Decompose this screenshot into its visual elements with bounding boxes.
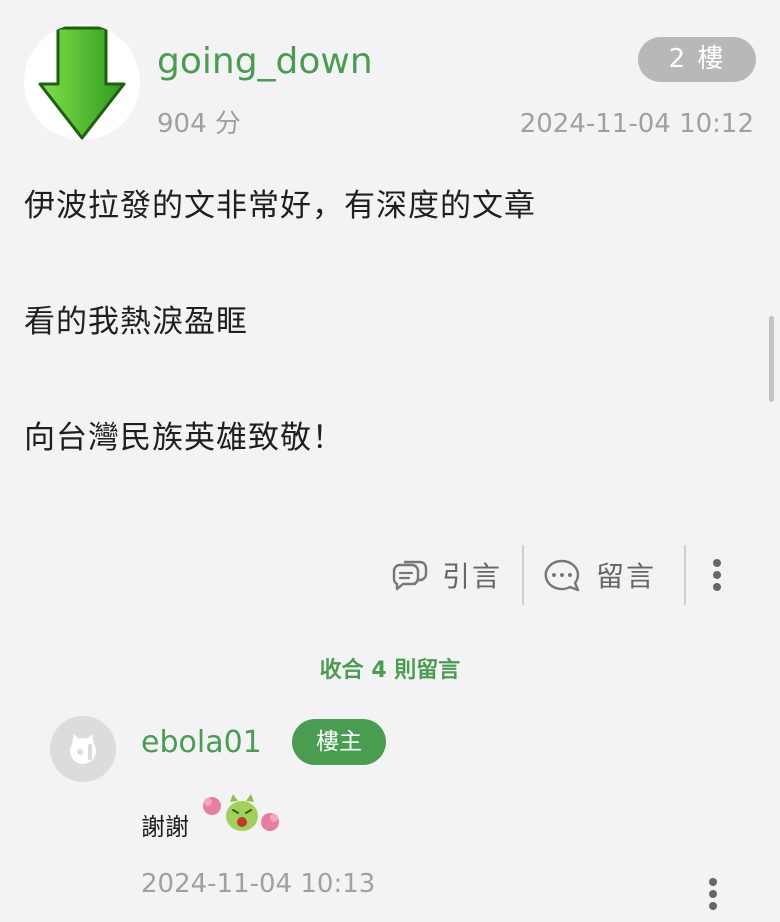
comment-more-button[interactable]	[698, 874, 728, 918]
default-avatar-icon	[70, 734, 96, 764]
post-body-line: 向台灣民族英雄致敬！	[24, 420, 344, 456]
comment-button[interactable]: 留言	[542, 545, 656, 605]
floor-badge: 2 樓	[638, 37, 756, 82]
scrollbar[interactable]	[769, 316, 774, 402]
more-vertical-icon	[713, 559, 721, 591]
op-badge: 樓主	[292, 719, 386, 765]
author-avatar[interactable]	[24, 24, 140, 140]
comment-timestamp: 2024-11-04 10:13	[141, 869, 376, 899]
post-body-line: 伊波拉發的文非常好，有深度的文章	[24, 188, 536, 224]
comment-sticker	[200, 792, 284, 838]
cheering-sticker-icon	[203, 794, 279, 831]
quote-button[interactable]: 引言	[390, 545, 502, 605]
commenter-name[interactable]: ebola01	[141, 723, 262, 763]
collapse-comments-link[interactable]: 收合 4 則留言	[0, 654, 780, 688]
post-body: 伊波拉發的文非常好，有深度的文章 看的我熱淚盈眶 向台灣民族英雄致敬！	[24, 184, 754, 532]
post-action-bar: 引言 留言	[380, 545, 780, 605]
more-vertical-icon	[709, 878, 717, 910]
quote-label: 引言	[442, 560, 503, 593]
more-options-button[interactable]	[702, 545, 732, 605]
action-divider	[684, 545, 686, 605]
comment-bubble-icon	[544, 559, 580, 592]
author-score: 904 分	[157, 109, 241, 139]
action-divider	[522, 545, 524, 605]
post-container: going_down 2 樓 904 分 2024-11-04 10:12 伊波…	[0, 0, 780, 922]
comment-text: 謝謝	[141, 813, 189, 841]
comment-label: 留言	[596, 560, 657, 593]
down-arrow-icon	[38, 26, 126, 140]
commenter-avatar[interactable]	[50, 716, 116, 782]
post-body-line: 看的我熱淚盈眶	[24, 304, 248, 340]
post-timestamp: 2024-11-04 10:12	[519, 109, 754, 139]
quote-bubble-icon	[392, 560, 428, 591]
post-author[interactable]: going_down	[157, 40, 373, 84]
